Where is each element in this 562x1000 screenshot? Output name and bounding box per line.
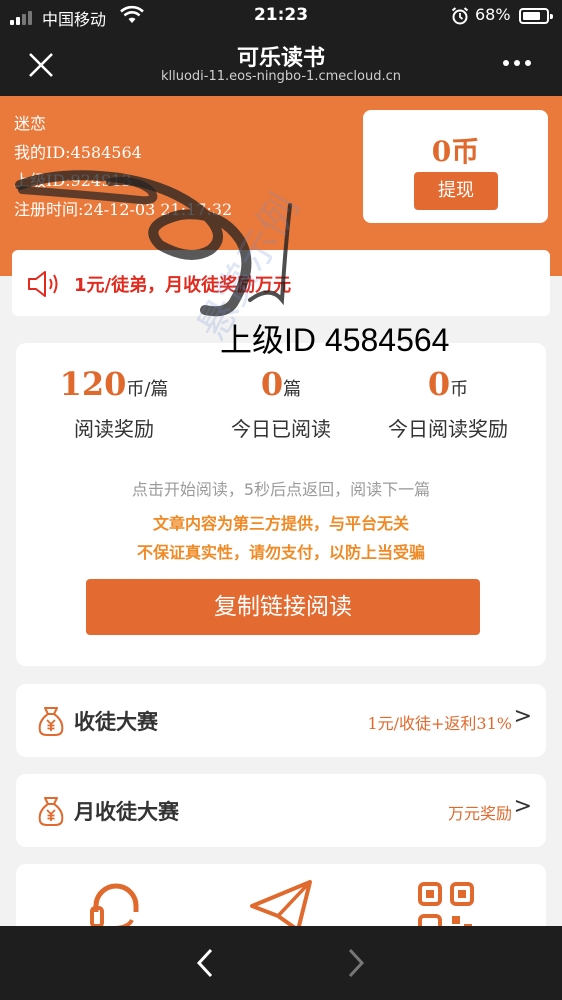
warning-text: 不保证真实性，请勿支付，以防上当受骗	[136, 543, 425, 562]
battery-percent: 68%	[475, 5, 511, 24]
my-id: 我的ID:4584564	[14, 142, 142, 162]
copy-link-read-button[interactable]: 复制链接阅读	[86, 579, 480, 635]
user-info: 迷恋 我的ID:4584564 上级ID:924913 注册时间:24-12-0…	[14, 110, 232, 224]
read-hint: 点击开始阅读，5秒后点返回，阅读下一篇	[131, 480, 431, 499]
forward-arrow-icon[interactable]	[344, 946, 368, 980]
page-url: klluodi-11.eos-ningbo-1.cmecloud.cn	[160, 69, 401, 84]
row-label: 月收徒大赛	[74, 800, 179, 824]
recruit-contest-row[interactable]: 收徒大赛 1元/收徒+返利31% >	[16, 684, 546, 757]
stat-value: 0	[260, 365, 284, 403]
speaker-icon	[28, 271, 58, 297]
wallet-card: 0币 提现	[363, 110, 548, 223]
stat-read-reward: 120币/篇 阅读奖励	[26, 365, 202, 442]
stat-today-reward: 0币 今日阅读奖励	[360, 365, 536, 442]
battery-icon	[519, 8, 553, 24]
status-bar: 中国移动 21:23 68%	[0, 0, 562, 34]
row-reward: 万元奖励	[447, 804, 512, 823]
stat-label: 阅读奖励	[74, 417, 154, 441]
stat-today-read: 0篇 今日已阅读	[193, 365, 369, 442]
coin-balance: 0币	[431, 135, 480, 168]
parent-id: 上级ID:924913	[14, 171, 132, 190]
notice-bar: 1元/徒弟，月收徒奖励万元	[12, 250, 550, 316]
nav-bar: 可乐读书 klluodi-11.eos-ningbo-1.cmecloud.cn	[0, 34, 562, 96]
withdraw-button[interactable]: 提现	[414, 172, 498, 210]
register-time: 注册时间:24-12-03 21:17:32	[14, 199, 233, 219]
warning-text: 文章内容为第三方提供，与平台无关	[152, 514, 409, 533]
stat-label: 今日阅读奖励	[388, 417, 508, 441]
stat-value: 0	[427, 365, 451, 403]
back-arrow-icon[interactable]	[193, 946, 217, 980]
chevron-right-icon: >	[513, 704, 532, 729]
row-reward: 1元/收徒+返利31%	[367, 714, 512, 733]
stat-unit: 币/篇	[126, 379, 169, 400]
row-label: 收徒大赛	[74, 710, 158, 734]
stat-unit: 篇	[283, 379, 302, 400]
stat-unit: 币	[450, 379, 469, 400]
page-title: 可乐读书	[236, 46, 325, 71]
overlay-annotation: 上级ID 4584564	[220, 322, 450, 358]
alarm-icon	[451, 7, 469, 25]
browser-bottom-bar	[0, 926, 562, 1000]
monthly-recruit-contest-row[interactable]: 月收徒大赛 万元奖励 >	[16, 774, 546, 847]
user-name: 迷恋	[14, 114, 47, 133]
notice-text: 1元/徒弟，月收徒奖励万元	[74, 275, 292, 296]
stat-label: 今日已阅读	[231, 417, 331, 441]
read-card: 120币/篇 阅读奖励 0篇 今日已阅读 0币 今日阅读奖励 点击开始阅读，5秒…	[16, 343, 546, 666]
money-bag-icon	[38, 707, 64, 736]
money-bag-icon	[38, 797, 64, 826]
stat-value: 120	[59, 365, 127, 403]
more-icon[interactable]	[503, 60, 531, 66]
chevron-right-icon: >	[513, 794, 532, 819]
